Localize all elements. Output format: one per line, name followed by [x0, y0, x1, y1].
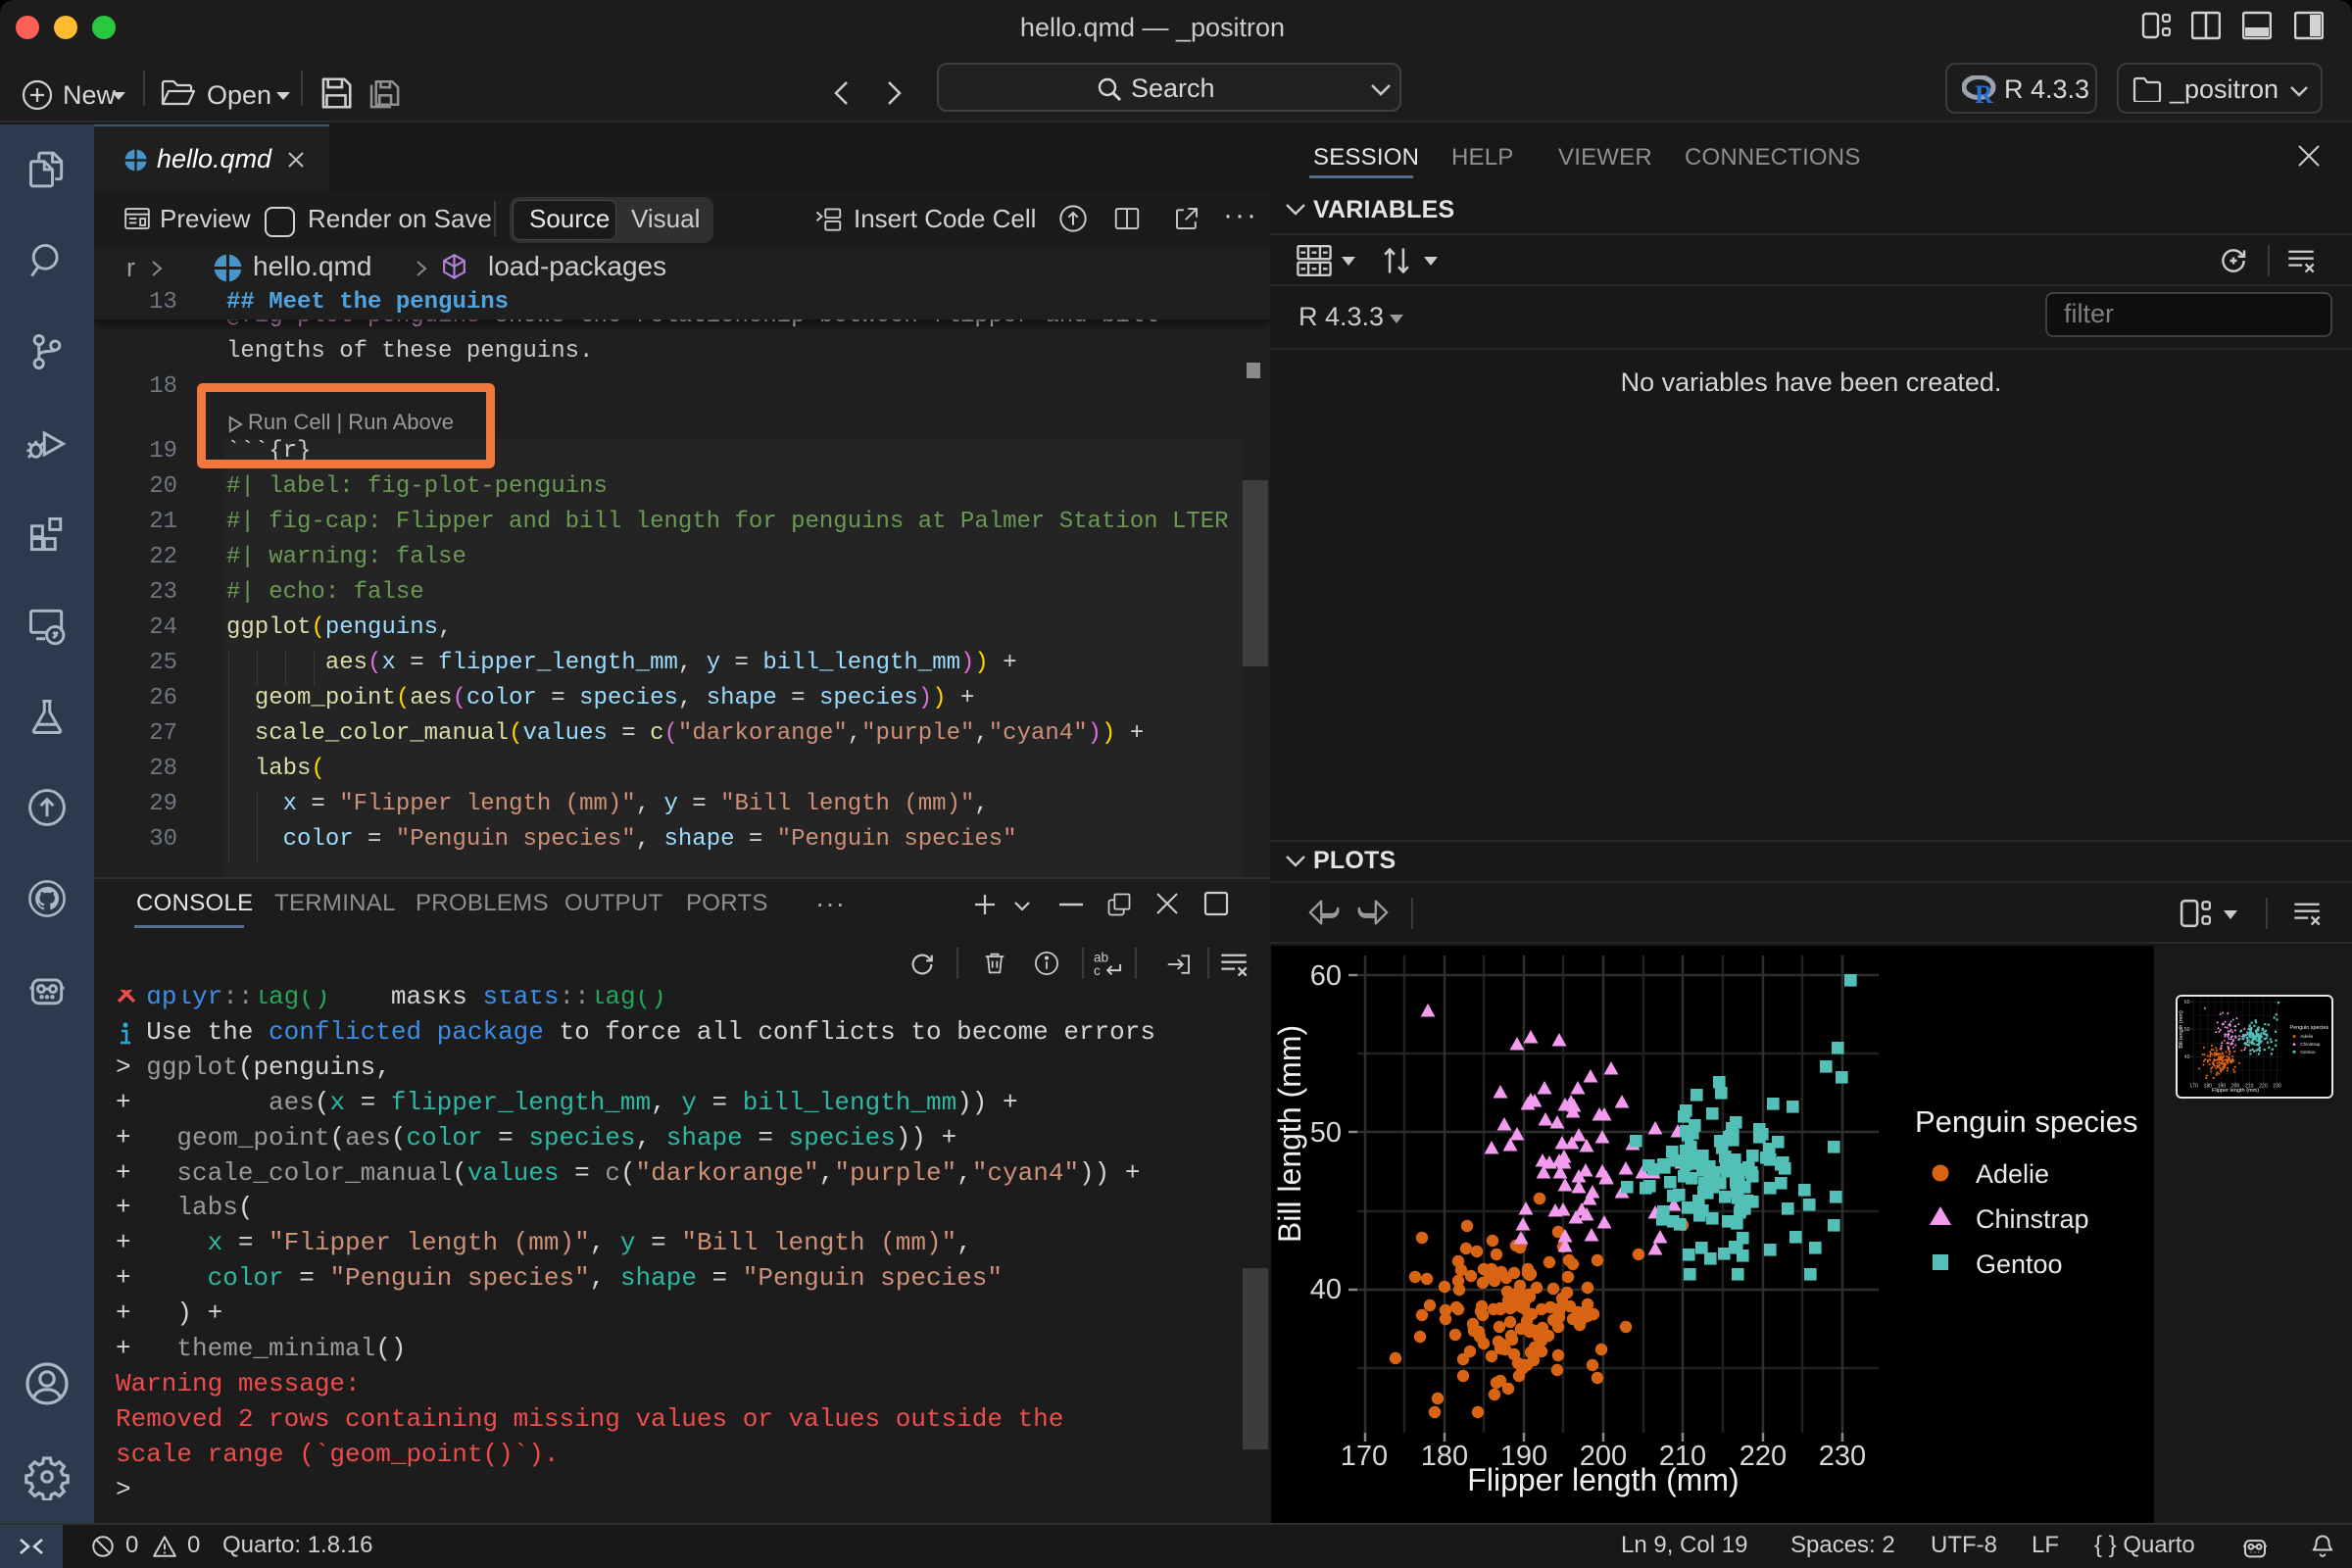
svg-text:Gentoo: Gentoo [1976, 1250, 2063, 1279]
svg-text:Adelie: Adelie [1976, 1159, 2049, 1189]
svg-text:c: c [1094, 963, 1101, 978]
svg-text:220: 220 [1740, 1441, 1787, 1472]
svg-text:50: 50 [1310, 1117, 1342, 1149]
svg-text:230: 230 [1819, 1441, 1866, 1472]
svg-text:170: 170 [1341, 1441, 1388, 1472]
svg-text:R: R [1975, 80, 1993, 104]
svg-text:60: 60 [1310, 960, 1342, 992]
svg-text:180: 180 [1421, 1441, 1468, 1472]
svg-text:Flipper length (mm): Flipper length (mm) [1467, 1462, 1739, 1497]
svg-text:Penguin species: Penguin species [1915, 1104, 2138, 1139]
svg-text:Chinstrap: Chinstrap [1976, 1204, 2089, 1234]
svg-text:Bill length (mm): Bill length (mm) [1272, 1025, 1307, 1243]
svg-text:40: 40 [1310, 1274, 1342, 1305]
